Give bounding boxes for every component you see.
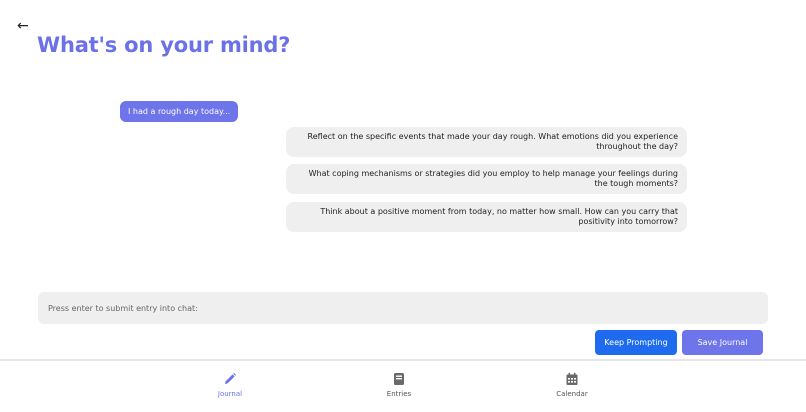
nav-label-entries: Entries — [386, 390, 412, 398]
nav-label-journal: Journal — [217, 390, 243, 398]
save-journal-button[interactable]: Save Journal — [682, 330, 763, 355]
prompt-card: Reflect on the specific events that made… — [286, 127, 687, 157]
pencil-icon — [225, 373, 236, 384]
nav-divider — [0, 359, 806, 361]
back-arrow-icon[interactable]: ← — [17, 17, 29, 35]
journal-entry-input[interactable] — [38, 292, 768, 324]
book-icon — [394, 373, 404, 385]
nav-item-entries[interactable]: Entries — [359, 372, 439, 398]
keep-prompting-button[interactable]: Keep Prompting — [595, 330, 677, 355]
page-title: What's on your mind? — [37, 33, 291, 57]
nav-item-calendar[interactable]: Calendar — [532, 372, 612, 398]
user-message-bubble: I had a rough day today... — [120, 101, 239, 122]
nav-item-journal[interactable]: Journal — [190, 372, 270, 398]
nav-label-calendar: Calendar — [556, 390, 588, 398]
calendar-icon — [566, 372, 578, 385]
prompt-card: Think about a positive moment from today… — [286, 202, 687, 232]
prompt-card: What coping mechanisms or strategies did… — [286, 164, 687, 194]
